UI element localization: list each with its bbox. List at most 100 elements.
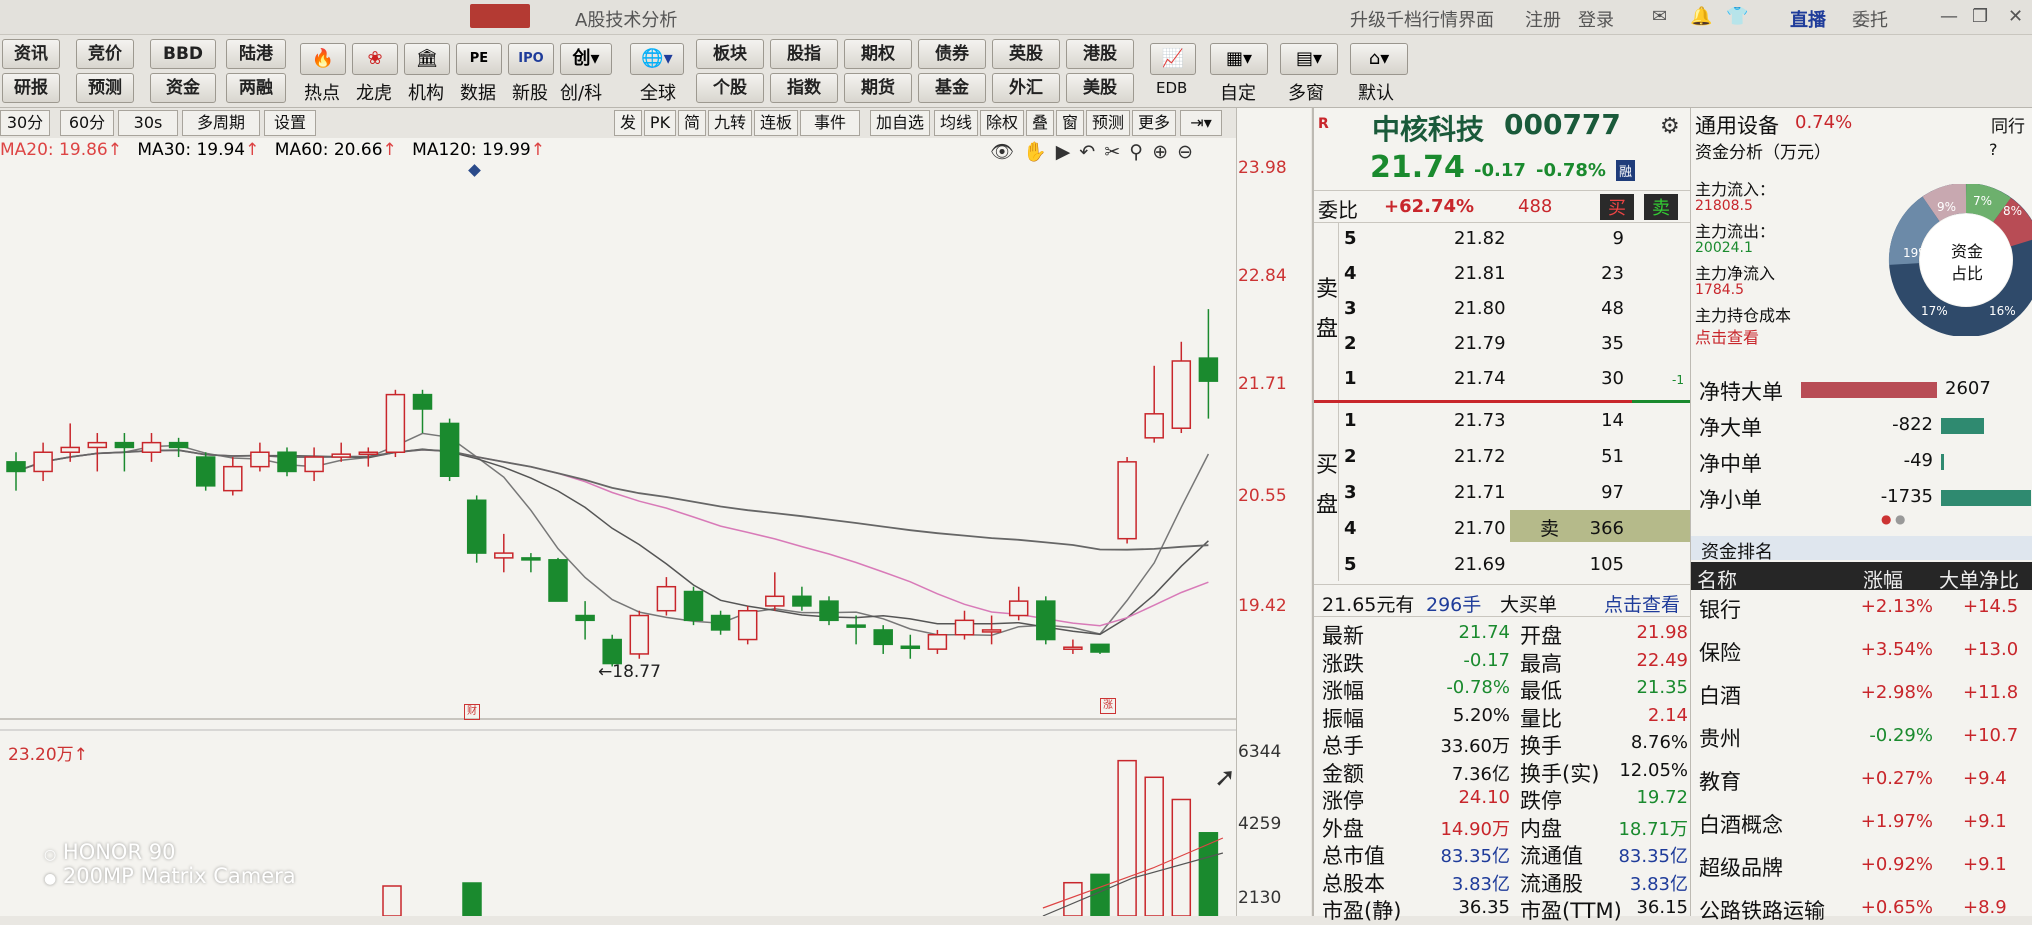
- bid-price[interactable]: 21.73: [1454, 410, 1506, 431]
- pk-button[interactable]: PK: [644, 110, 676, 136]
- predict-button[interactable]: 预测: [1086, 110, 1130, 136]
- page-dot-inactive[interactable]: ●: [1895, 512, 1905, 526]
- ipo-icon[interactable]: IPO: [508, 43, 554, 75]
- ask-price[interactable]: 21.80: [1454, 298, 1506, 319]
- shirt-icon[interactable]: 👕: [1726, 6, 1748, 27]
- live-button[interactable]: 直播: [1790, 6, 1826, 32]
- main-cost-link[interactable]: 点击查看: [1695, 324, 1759, 348]
- candle-body: [1036, 600, 1056, 641]
- rank-name[interactable]: 贵州: [1699, 723, 1741, 753]
- kline-chart[interactable]: MA20: 19.86↑ MA30: 19.94↑ MA60: 20.66↑ M…: [0, 138, 1236, 916]
- period-30s[interactable]: 30s: [118, 110, 178, 136]
- upgrade-link[interactable]: 升级千档行情界面: [1350, 6, 1494, 32]
- login-link[interactable]: 登录: [1578, 6, 1614, 32]
- add-watchlist-button[interactable]: 加自选: [870, 110, 930, 136]
- finance-event-icon[interactable]: 财: [464, 704, 480, 720]
- page-dot-active[interactable]: ●: [1881, 512, 1891, 526]
- index-futures-button[interactable]: 股指: [770, 39, 838, 69]
- register-link[interactable]: 注册: [1525, 6, 1561, 32]
- jump-end-icon[interactable]: ⇥▾: [1180, 110, 1222, 136]
- multi-window-icon[interactable]: ▤▾: [1280, 43, 1338, 75]
- capital-button[interactable]: 资金: [150, 73, 216, 103]
- sector-button[interactable]: 板块: [696, 39, 764, 69]
- rank-name[interactable]: 银行: [1699, 594, 1741, 624]
- rank-name[interactable]: 公路铁路运输: [1699, 895, 1825, 925]
- help-icon[interactable]: ?: [1989, 140, 1998, 159]
- rank-header-net[interactable]: 大单净比: [1939, 564, 2019, 593]
- bonds-button[interactable]: 债券: [918, 39, 986, 69]
- buy-toggle[interactable]: 买: [1600, 194, 1634, 220]
- sector-more-link[interactable]: 同行: [1991, 112, 2025, 137]
- rank-name[interactable]: 保险: [1699, 637, 1741, 667]
- rank-name[interactable]: 白酒: [1699, 680, 1741, 710]
- increase-event-icon[interactable]: 涨: [1100, 698, 1116, 714]
- bbd-button[interactable]: BBD: [150, 39, 216, 69]
- indices-button[interactable]: 指数: [770, 73, 838, 103]
- rank-header-name[interactable]: 名称: [1697, 564, 1737, 593]
- sector-name[interactable]: 通用设备: [1695, 110, 1779, 140]
- sell-toggle[interactable]: 卖: [1644, 194, 1678, 220]
- big-order-link[interactable]: 点击查看: [1604, 590, 1680, 617]
- ma-button[interactable]: 均线: [934, 110, 978, 136]
- ask-price[interactable]: 21.81: [1454, 263, 1506, 284]
- auction-button[interactable]: 竞价: [76, 39, 134, 69]
- rank-name[interactable]: 教育: [1699, 766, 1741, 796]
- dragon-icon[interactable]: ❀: [352, 43, 398, 75]
- edb-chart-icon[interactable]: 📈: [1150, 43, 1196, 75]
- close-icon[interactable]: ✕: [2008, 6, 2023, 27]
- institution-icon[interactable]: 🏛: [404, 43, 450, 75]
- rank-name[interactable]: 白酒概念: [1699, 809, 1783, 839]
- publish-button[interactable]: 发: [614, 110, 642, 136]
- rank-net: +11.8: [1963, 682, 2019, 703]
- news-button[interactable]: 资讯: [2, 39, 60, 69]
- pe-data-icon[interactable]: PE: [456, 43, 502, 75]
- rank-header-pct[interactable]: 涨幅: [1863, 564, 1903, 593]
- bid-price[interactable]: 21.71: [1454, 482, 1506, 503]
- bell-icon[interactable]: 🔔: [1690, 6, 1712, 27]
- stat-value: 36.35: [1458, 897, 1510, 918]
- chinext-star-icon[interactable]: 创▾: [560, 43, 612, 75]
- ask-price[interactable]: 21.74: [1454, 368, 1506, 389]
- simple-button[interactable]: 简: [678, 110, 706, 136]
- window-button[interactable]: 窗: [1056, 110, 1084, 136]
- entrust-button[interactable]: 委托: [1852, 6, 1888, 32]
- events-button[interactable]: 事件: [800, 110, 860, 136]
- bid-side-label: 买盘: [1316, 453, 1339, 518]
- uk-stocks-button[interactable]: 英股: [992, 39, 1060, 69]
- stocks-button[interactable]: 个股: [696, 73, 764, 103]
- hot-icon[interactable]: 🔥: [300, 43, 346, 75]
- maximize-icon[interactable]: ❐: [1972, 6, 1988, 27]
- bid-price[interactable]: 21.70: [1454, 518, 1506, 539]
- ex-rights-button[interactable]: 除权: [980, 110, 1024, 136]
- futures-button[interactable]: 期货: [844, 73, 912, 103]
- settings-gear-icon[interactable]: ⚙: [1660, 114, 1680, 139]
- flow-value: 2607: [1945, 378, 1991, 399]
- research-button[interactable]: 研报: [2, 73, 60, 103]
- options-button[interactable]: 期权: [844, 39, 912, 69]
- ask-price[interactable]: 21.82: [1454, 228, 1506, 249]
- nine-turn-button[interactable]: 九转: [708, 110, 752, 136]
- period-30m[interactable]: 30分: [0, 110, 50, 136]
- custom-icon[interactable]: ▦▾: [1210, 43, 1268, 75]
- globe-icon[interactable]: 🌐▾: [630, 43, 684, 75]
- overlay-button[interactable]: 叠: [1026, 110, 1054, 136]
- minimize-icon[interactable]: —: [1940, 6, 1958, 27]
- ask-price[interactable]: 21.79: [1454, 333, 1506, 354]
- margin-button[interactable]: 两融: [226, 73, 286, 103]
- multi-period-button[interactable]: 多周期: [182, 110, 260, 136]
- bid-price[interactable]: 21.72: [1454, 446, 1506, 467]
- rank-name[interactable]: 超级品牌: [1699, 852, 1783, 882]
- forex-button[interactable]: 外汇: [992, 73, 1060, 103]
- bid-price[interactable]: 21.69: [1454, 554, 1506, 575]
- home-icon[interactable]: ⌂▾: [1350, 43, 1408, 75]
- forecast-button[interactable]: 预测: [76, 73, 134, 103]
- mail-icon[interactable]: ✉: [1652, 6, 1667, 27]
- period-60m[interactable]: 60分: [60, 110, 114, 136]
- settings-button[interactable]: 设置: [264, 110, 316, 136]
- hk-stocks-button[interactable]: 港股: [1066, 39, 1134, 69]
- us-stocks-button[interactable]: 美股: [1066, 73, 1134, 103]
- more-button[interactable]: 更多: [1132, 110, 1176, 136]
- funds-button[interactable]: 基金: [918, 73, 986, 103]
- limit-up-button[interactable]: 连板: [754, 110, 798, 136]
- hk-connect-button[interactable]: 陆港: [226, 39, 286, 69]
